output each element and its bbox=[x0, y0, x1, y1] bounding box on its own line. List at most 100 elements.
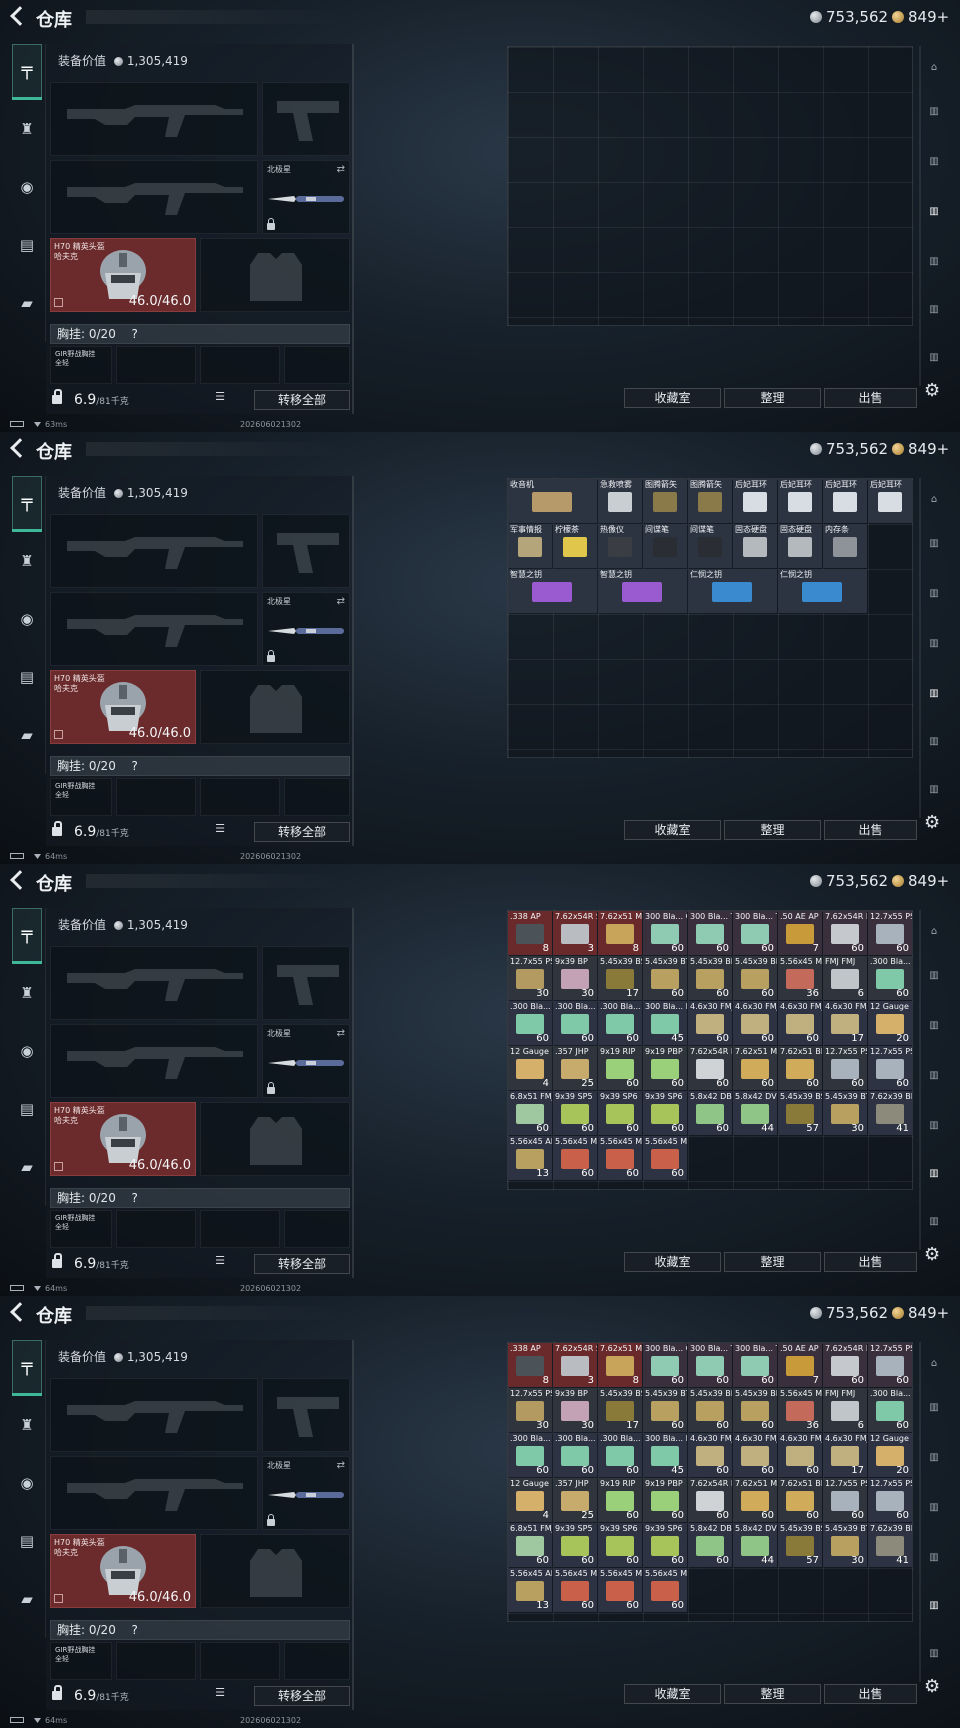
ammo-item[interactable]: 300 Bla... TAC 60 bbox=[733, 911, 777, 955]
helmet-slot[interactable]: H70 精英头盔 哈夫克 46.0/46.0 bbox=[50, 670, 196, 744]
storage-item[interactable]: 图腾箭矢 bbox=[643, 479, 687, 523]
collection-room-button[interactable]: 收藏室 bbox=[624, 1684, 721, 1704]
sort-button[interactable]: 整理 bbox=[724, 820, 821, 840]
ammo-item[interactable]: .300 Bla... BCP FMJ 60 bbox=[553, 1001, 597, 1045]
helmet-slot[interactable]: H70 精英头盔 哈夫克 46.0/46.0 bbox=[50, 1534, 196, 1608]
nav-rig-icon[interactable]: ▤ bbox=[14, 1528, 40, 1554]
nav-backpack-icon[interactable]: ▰ bbox=[14, 1154, 40, 1180]
ammo-item[interactable]: 9x39 SP6 60 bbox=[643, 1523, 687, 1567]
ammo-item[interactable]: 7.62x54R SNB 3 bbox=[553, 1343, 597, 1387]
ammo-item[interactable]: 5.8x42 DVP88 44 bbox=[733, 1523, 777, 1567]
helmet-slot[interactable]: H70 精英头盔 哈夫克 46.0/46.0 bbox=[50, 1102, 196, 1176]
ammo-item[interactable]: 4.6x30 FMJ 17 bbox=[823, 1433, 867, 1477]
nav-armor-icon[interactable]: ♜ bbox=[14, 980, 40, 1006]
ammo-item[interactable]: .300 Bla... BCP FMJ 60 bbox=[868, 1388, 912, 1432]
sort-button[interactable]: 整理 bbox=[724, 388, 821, 408]
storage-tab-icon[interactable]: ▥ bbox=[921, 106, 947, 128]
storage-tab-icon[interactable]: ▥ bbox=[921, 352, 947, 374]
ammo-item[interactable]: 7.62x54R SNB 3 bbox=[553, 911, 597, 955]
ammo-item[interactable]: .300 Bla... BCP FMJ 60 bbox=[508, 1433, 552, 1477]
settings-gear-icon[interactable]: ⚙ bbox=[924, 1676, 940, 1697]
storage-item[interactable]: 后妃耳环 bbox=[778, 479, 822, 523]
melee-slot[interactable]: 北极星 ⇄ bbox=[262, 1024, 350, 1098]
ammo-item[interactable]: 12.7x55 PS12 30 bbox=[508, 1388, 552, 1432]
collection-room-button[interactable]: 收藏室 bbox=[624, 388, 721, 408]
storage-item[interactable]: 内存条 bbox=[823, 524, 867, 568]
nav-rig-icon[interactable]: ▤ bbox=[14, 232, 40, 258]
swap-icon[interactable]: ⇄ bbox=[337, 1028, 345, 1039]
storage-tab-icon[interactable]: ▥ bbox=[921, 1552, 947, 1574]
ammo-item[interactable]: 5.56x45 M855A1 60 bbox=[553, 1568, 597, 1612]
ammo-item[interactable]: .357 JHP 25 bbox=[553, 1046, 597, 1090]
storage-item[interactable]: 间谍笔 bbox=[688, 524, 732, 568]
storage-item[interactable]: 急救喷雾 bbox=[598, 479, 642, 523]
storage-item[interactable]: 收音机 bbox=[508, 479, 597, 523]
ammo-item[interactable]: 9x39 BP 30 bbox=[553, 1388, 597, 1432]
armor-slot[interactable] bbox=[200, 238, 350, 312]
storage-tab-icon[interactable]: ▥ bbox=[921, 1402, 947, 1424]
storage-tab-icon[interactable]: ▥ bbox=[921, 1648, 947, 1670]
rig-slot[interactable] bbox=[116, 1210, 196, 1248]
ammo-item[interactable]: 5.45x39 BT 30 bbox=[823, 1523, 867, 1567]
storage-tab-icon[interactable]: ▥ bbox=[921, 538, 947, 560]
ammo-item[interactable]: .50 AE AP 7 bbox=[778, 911, 822, 955]
ammo-item[interactable]: 5.56x45 M855A1 60 bbox=[598, 1136, 642, 1180]
back-arrow-icon[interactable] bbox=[10, 870, 26, 890]
ammo-item[interactable]: 300 Bla... TAC 60 bbox=[733, 1343, 777, 1387]
ammo-item[interactable]: 300 Bla... BCP FMJ 45 bbox=[643, 1433, 687, 1477]
nav-helmet-icon[interactable]: ◉ bbox=[14, 1038, 40, 1064]
nav-rig-icon[interactable]: ▤ bbox=[14, 1096, 40, 1122]
storage-tab-icon[interactable]: ▥ bbox=[921, 1168, 947, 1190]
ammo-item[interactable]: 12.7x55 PS12A 60 bbox=[823, 1046, 867, 1090]
storage-tab-icon[interactable]: ▥ bbox=[921, 688, 947, 710]
storage-item[interactable]: 仁悯之钥 bbox=[778, 569, 867, 613]
help-icon[interactable]: ? bbox=[127, 759, 142, 773]
rig-slot[interactable] bbox=[116, 346, 196, 384]
ammo-item[interactable]: .357 JHP 25 bbox=[553, 1478, 597, 1522]
melee-slot[interactable]: 北极星 ⇄ bbox=[262, 1456, 350, 1530]
ammo-item[interactable]: 300 Bla... TAC 60 bbox=[688, 911, 732, 955]
settings-gear-icon[interactable]: ⚙ bbox=[924, 812, 940, 833]
rig-slot[interactable] bbox=[200, 1210, 280, 1248]
nav-helmet-icon[interactable]: ◉ bbox=[14, 606, 40, 632]
ammo-item[interactable]: 7.62x51 M62 8 bbox=[598, 911, 642, 955]
primary-weapon-slot[interactable] bbox=[50, 514, 258, 588]
ammo-item[interactable]: 5.56x45 AP 13 bbox=[508, 1568, 552, 1612]
nav-weapons-icon[interactable]: ╤ bbox=[12, 908, 42, 964]
ammo-item[interactable]: 5.56x45 AP 13 bbox=[508, 1136, 552, 1180]
nav-backpack-icon[interactable]: ▰ bbox=[14, 1586, 40, 1612]
rig-slot[interactable] bbox=[200, 346, 280, 384]
storage-item[interactable]: 后妃耳环 bbox=[868, 479, 912, 523]
ammo-item[interactable]: 5.45x39 BT 30 bbox=[823, 1091, 867, 1135]
rig-slot[interactable] bbox=[200, 778, 280, 816]
storage-tab-icon[interactable]: ▥ bbox=[921, 206, 947, 228]
storage-tab-icon[interactable]: ▥ bbox=[921, 1452, 947, 1474]
storage-tab-icon[interactable]: ▥ bbox=[921, 304, 947, 326]
nav-armor-icon[interactable]: ♜ bbox=[14, 1412, 40, 1438]
ammo-item[interactable]: 9x39 SP6 60 bbox=[598, 1523, 642, 1567]
primary-weapon-slot[interactable] bbox=[50, 1378, 258, 1452]
ammo-item[interactable]: .338 AP 8 bbox=[508, 1343, 552, 1387]
ammo-item[interactable]: 7.62x39 BP 41 bbox=[868, 1523, 912, 1567]
transfer-all-button[interactable]: 转移全部 bbox=[254, 822, 350, 842]
ammo-item[interactable]: .50 AE AP 7 bbox=[778, 1343, 822, 1387]
ammo-item[interactable]: 5.8x42 DVP88 44 bbox=[733, 1091, 777, 1135]
rig-item-slot[interactable]: GIR野战胸挂 全轻 bbox=[50, 778, 112, 816]
list-icon[interactable]: ☰ bbox=[212, 1686, 228, 1704]
sell-button[interactable]: 出售 bbox=[824, 1252, 917, 1272]
ammo-item[interactable]: 5.45x39 BS 17 bbox=[598, 956, 642, 1000]
ammo-item[interactable]: 9x39 BP 30 bbox=[553, 956, 597, 1000]
gold-currency[interactable]: 849+ bbox=[892, 440, 949, 458]
ammo-item[interactable]: 4.6x30 FMJ 60 bbox=[688, 1433, 732, 1477]
help-icon[interactable]: ? bbox=[127, 1623, 142, 1637]
storage-item[interactable]: 柠檬茶 bbox=[553, 524, 597, 568]
transfer-all-button[interactable]: 转移全部 bbox=[254, 390, 350, 410]
ammo-item[interactable]: 4.6x30 FMJ 17 bbox=[823, 1001, 867, 1045]
ammo-item[interactable]: 9x19 PBP 60 bbox=[643, 1478, 687, 1522]
rig-slot[interactable] bbox=[284, 346, 350, 384]
ammo-item[interactable]: 7.62x54R LPS 60 bbox=[688, 1046, 732, 1090]
ammo-item[interactable]: 6.8x51 FMJ 60 bbox=[508, 1091, 552, 1135]
storage-tab-home-icon[interactable]: ⌂ bbox=[921, 926, 947, 948]
ammo-item[interactable]: 7.62x39 BP 41 bbox=[868, 1091, 912, 1135]
storage-tab-home-icon[interactable]: ⌂ bbox=[921, 494, 947, 516]
